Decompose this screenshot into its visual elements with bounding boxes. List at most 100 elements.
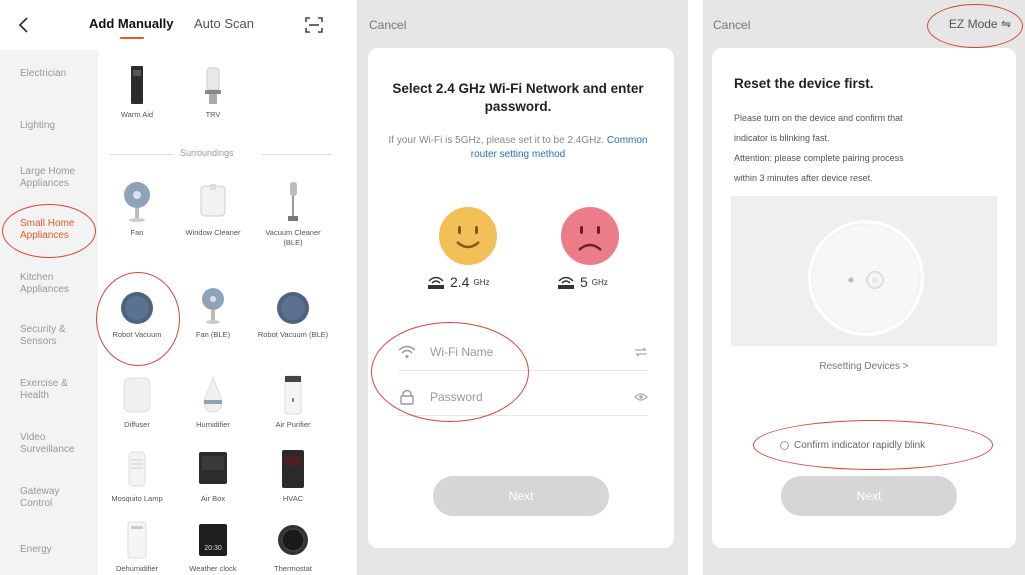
device-label: Diffuser	[124, 420, 150, 429]
switch-mode-icon: ⇋	[1000, 17, 1011, 31]
device-air-purifier[interactable]: Air Purifier	[256, 374, 330, 430]
tab-auto-scan[interactable]: Auto Scan	[194, 16, 254, 31]
wifi-name-field[interactable]: Wi-Fi Name	[398, 340, 648, 364]
band-5-value: 5	[580, 274, 588, 290]
diffuser-icon	[123, 377, 151, 413]
sidebar-item-large-home-appliances[interactable]: Large Home Appliances	[20, 166, 86, 190]
mosquito-lamp-icon	[128, 451, 146, 487]
weather-clock-icon: 20:30	[199, 524, 227, 556]
band-2-4-value: 2.4	[450, 274, 470, 290]
device-mosquito-lamp[interactable]: Mosquito Lamp	[100, 448, 174, 504]
instruction-line: indicator is blinking fast.	[734, 133, 830, 143]
wifi-name-placeholder: Wi-Fi Name	[430, 345, 494, 359]
device-trv[interactable]: TRV	[176, 64, 250, 120]
fan-icon	[124, 182, 150, 222]
device-label: TRV	[205, 110, 221, 119]
wifi-icon	[398, 345, 416, 358]
back-arrow-icon[interactable]	[14, 14, 34, 36]
air-box-icon	[199, 452, 227, 484]
sidebar-item-security-sensors[interactable]: Security & Sensors	[20, 324, 80, 348]
reset-instructions: Please turn on the device and confirm th…	[734, 108, 982, 188]
device-dehumidifier[interactable]: Dehumidifier	[100, 520, 174, 574]
active-tab-indicator	[120, 37, 144, 39]
password-field[interactable]: Password	[398, 385, 648, 409]
device-vacuum-cleaner-ble[interactable]: Vacuum Cleaner (BLE)	[256, 180, 330, 248]
device-label: Robot Vacuum (BLE)	[257, 330, 329, 339]
band-2-4ghz: 2.4 GHz	[426, 274, 489, 290]
router-icon	[558, 276, 574, 289]
sidebar-item-small-home-appliances[interactable]: Small Home Appliances	[20, 218, 82, 242]
device-grid: Warm Aid TRV Surroundings Fan Window Cle…	[98, 50, 343, 575]
device-robot-vacuum[interactable]: Robot Vacuum	[100, 290, 174, 340]
device-label: Robot Vacuum	[112, 330, 162, 339]
confirm-checkbox[interactable]: Confirm indicator rapidly blink	[780, 440, 925, 451]
device-label: Dehumidifier	[115, 564, 159, 573]
eye-icon[interactable]	[634, 392, 648, 402]
section-label-surroundings: Surroundings	[180, 148, 234, 158]
section-divider	[110, 154, 174, 155]
device-air-box[interactable]: Air Box	[176, 448, 250, 504]
sidebar-item-energy[interactable]: Energy	[20, 544, 52, 556]
reset-title: Reset the device first.	[734, 76, 874, 91]
device-label: Air Box	[200, 494, 226, 503]
device-label: Thermostat	[274, 564, 312, 573]
router-icon	[428, 276, 444, 289]
device-label: Mosquito Lamp	[111, 494, 163, 503]
field-divider	[398, 370, 648, 371]
next-button[interactable]: Next	[781, 476, 957, 516]
wifi-title: Select 2.4 GHz Wi-Fi Network and enter p…	[392, 81, 644, 114]
device-label: Fan	[130, 228, 144, 237]
password-placeholder: Password	[430, 390, 483, 404]
vacuum-cleaner-icon	[288, 182, 298, 221]
device-hvac[interactable]: HVAC	[256, 448, 330, 504]
fan-icon	[202, 288, 224, 324]
field-divider	[398, 415, 648, 416]
robot-vacuum-icon	[121, 292, 153, 324]
device-thermostat[interactable]: Thermostat	[256, 520, 330, 574]
ez-mode-button[interactable]: EZ Mode ⇋	[949, 17, 1011, 31]
switch-network-icon[interactable]	[634, 347, 648, 357]
device-fan-ble[interactable]: Fan (BLE)	[176, 286, 250, 340]
device-category-screen: Add Manually Auto Scan Electrician Light…	[0, 0, 343, 575]
radio-circle-icon[interactable]	[780, 441, 789, 450]
device-label: Air Purifier	[275, 420, 311, 429]
thermostat-icon	[278, 525, 308, 555]
sidebar-item-kitchen-appliances[interactable]: Kitchen Appliances	[20, 272, 80, 296]
device-label: Warm Aid	[120, 110, 154, 119]
section-divider	[262, 154, 332, 155]
confirm-label: Confirm indicator rapidly blink	[794, 440, 926, 451]
device-warm-aid[interactable]: Warm Aid	[100, 64, 174, 120]
device-diffuser[interactable]: Diffuser	[100, 374, 174, 430]
band-unit: GHz	[591, 277, 608, 287]
wifi-subtitle: If your Wi-Fi is 5GHz, please set it to …	[388, 134, 648, 162]
clock-time: 20:30	[204, 545, 222, 552]
humidifier-icon	[203, 376, 223, 413]
sidebar-item-exercise-health[interactable]: Exercise & Health	[20, 378, 80, 402]
cancel-button[interactable]: Cancel	[713, 18, 750, 32]
next-button[interactable]: Next	[433, 476, 609, 516]
device-label: Window Cleaner	[185, 228, 241, 237]
device-robot-vacuum-ble[interactable]: Robot Vacuum (BLE)	[256, 290, 330, 340]
ez-mode-label: EZ Mode	[948, 17, 998, 31]
instruction-line: Attention: please complete pairing proce…	[734, 153, 904, 163]
device-weather-clock[interactable]: 20:30 Weather clock	[176, 520, 250, 574]
robot-vacuum-icon	[277, 292, 309, 324]
sidebar-item-gateway-control[interactable]: Gateway Control	[20, 486, 80, 510]
category-sidebar: Electrician Lighting Large Home Applianc…	[0, 50, 98, 575]
sidebar-item-electrician[interactable]: Electrician	[20, 68, 66, 80]
device-label: Humidifier	[196, 420, 230, 429]
cancel-button[interactable]: Cancel	[369, 18, 406, 32]
tab-add-manually[interactable]: Add Manually	[89, 16, 174, 31]
window-cleaner-icon	[200, 184, 226, 217]
scan-icon[interactable]	[304, 16, 324, 34]
sidebar-item-video-surveillance[interactable]: Video Surveillance	[20, 432, 84, 456]
warm-aid-icon	[131, 66, 143, 104]
sidebar-item-lighting[interactable]: Lighting	[20, 120, 55, 132]
device-humidifier[interactable]: Humidifier	[176, 374, 250, 430]
resetting-devices-link[interactable]: Resetting Devices >	[712, 361, 1016, 372]
instruction-line: Please turn on the device and confirm th…	[734, 113, 903, 123]
device-window-cleaner[interactable]: Window Cleaner	[176, 180, 250, 238]
device-reset-image	[808, 220, 924, 336]
device-fan[interactable]: Fan	[100, 180, 174, 238]
device-illustration	[731, 196, 997, 346]
